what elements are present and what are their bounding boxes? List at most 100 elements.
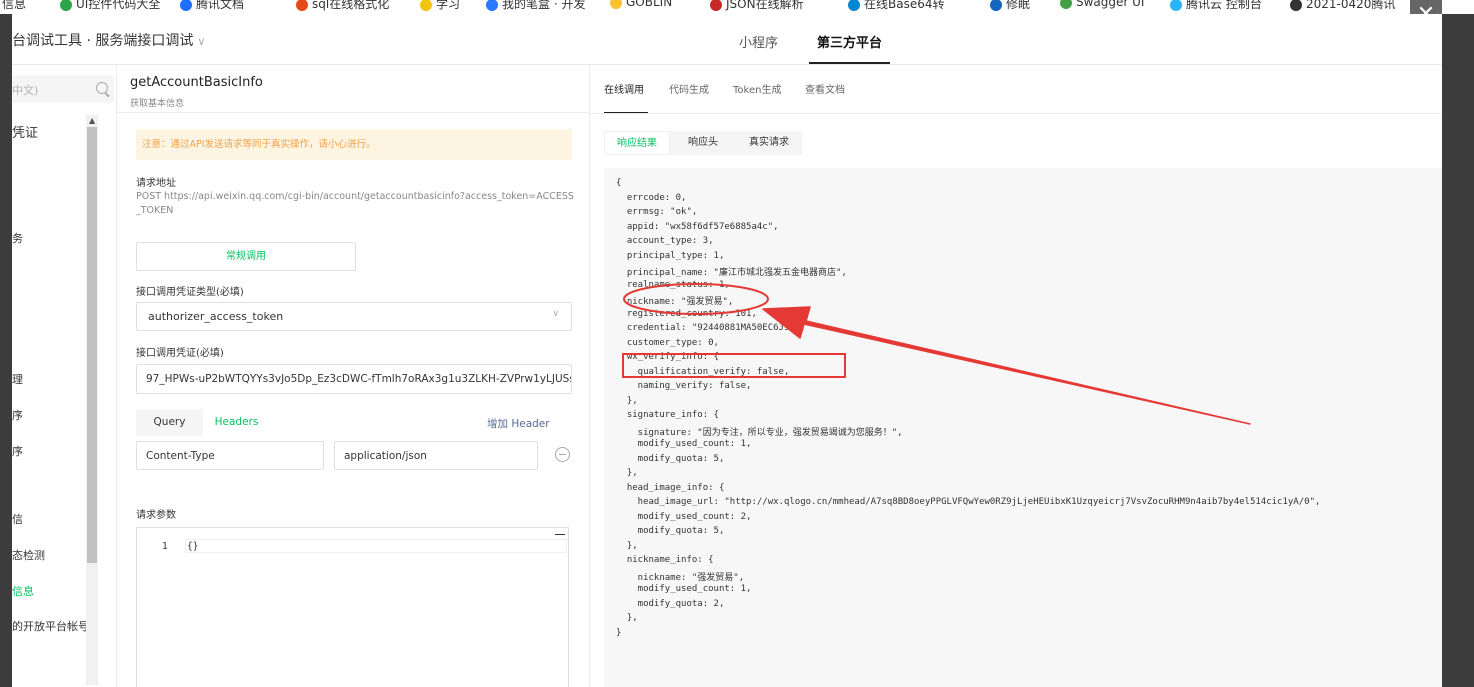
bookmark-icon [486,0,498,11]
header-key-value: Content-Type [146,450,215,462]
bookmark[interactable]: UI控件代码大全 [60,0,160,12]
tab-online-call[interactable]: 在线调用 [604,81,644,96]
param-tabs: Query Headers [136,409,270,436]
divider [117,112,589,113]
params-label: 请求参数 [136,510,176,521]
header-key-input[interactable]: Content-Type [136,441,324,470]
token-type-label: 接口调用凭证类型(必填) [136,287,244,298]
tab-token-gen[interactable]: Token生成 [733,81,781,96]
bookmark-icon [296,0,308,11]
tab-code-gen[interactable]: 代码生成 [669,81,709,96]
bookmark-icon [60,0,72,11]
add-header-link[interactable]: 增加 Header [487,416,550,431]
token-label: 接口调用凭证(必填) [136,348,224,359]
response-line: modify_used_count: 1, [616,584,752,594]
divider [590,113,1442,114]
normal-call-button[interactable]: 常规调用 [136,242,356,271]
page: 信息 UI控件代码大全 腾讯文档 sql在线格式化 学习 我的笔盒 · 开发 G… [0,0,1474,687]
response-line: signature_info: { [616,410,719,420]
bookmark[interactable]: GOBLIN [610,0,672,9]
token-type-select[interactable]: authorizer_access_token ∨ [136,302,572,331]
scroll-up-icon[interactable]: ▲ [89,116,95,125]
header: 台调试工具 · 服务端接口调试 ∨ 小程序 第三方平台 [12,14,1442,65]
tab-query[interactable]: Query [136,409,203,436]
response-line: modify_used_count: 2, [616,511,752,522]
request-panel: getAccountBasicInfo 获取基本信息 注意：通过API发送请求等… [116,65,590,687]
sidebar-item[interactable]: 务 [12,230,23,246]
tab-miniprogram[interactable]: 小程序 [739,32,778,51]
bookmark-icon [848,0,860,11]
bookmark-icon [1060,0,1072,9]
response-line: } [616,627,622,638]
bookmark[interactable]: sql在线格式化 [296,0,389,12]
bookmark[interactable]: 腾讯文档 [180,0,244,12]
bookmark[interactable]: 在线Base64转 [848,0,945,12]
bookmark-icon [610,0,622,9]
api-name: getAccountBasicInfo [130,75,263,90]
bookmark-icon [1290,0,1302,11]
response-line: signature: "因为专注，所以专业，强发贸易竭诚为您服务！", [616,427,903,438]
sidebar-item[interactable]: 序 [12,407,23,423]
sidebar-scrollbar-thumb[interactable] [87,127,97,563]
sidebar-item[interactable]: 凭证 [12,122,38,141]
token-value: 97_HPWs-uP2bWTQYYs3vJo5Dp_Ez3cDWC-fTmlh7… [146,373,571,385]
response-line: account_type: 3, [616,236,714,246]
tab-third-party[interactable]: 第三方平台 [808,32,891,64]
sidebar-item-active[interactable]: 信息 [12,583,34,599]
sidebar-item[interactable]: 序 [12,443,23,459]
subtab-real-request[interactable]: 真实请求 [736,131,802,155]
token-input[interactable]: 97_HPWs-uP2bWTQYYs3vJo5Dp_Ez3cDWC-fTmlh7… [136,364,572,394]
bookmark[interactable]: 腾讯云 控制台 [1170,0,1262,12]
response-body: { errcode: 0, errmsg: "ok", appid: "wx58… [604,168,1442,687]
header-value-input[interactable]: application/json [334,441,538,470]
editor-code[interactable]: {} [187,541,198,552]
response-line: registered_country: 101, [616,308,757,319]
bookmark[interactable]: 信息 [2,0,26,12]
request-url: POST https://api.weixin.qq.com/cgi-bin/a… [136,191,574,216]
sidebar-item[interactable]: 信 [12,511,23,527]
response-line: { [616,178,622,188]
response-line: nickname: "强发贸易", [616,572,745,583]
search-input[interactable]: 中文) [12,75,114,103]
chevron-down-icon: ∨ [552,309,559,319]
overlay-backdrop-right [1442,14,1474,687]
response-line: realname_status: 1, [616,279,730,290]
response-line: }, [616,395,638,406]
response-line: credential: "92440881MA50EC6J95", [616,323,806,333]
bookmark-icon [990,0,1002,11]
bookmark[interactable]: 学习 [420,0,460,12]
bookmark[interactable]: JSON在线解析 [710,0,804,12]
remove-header-icon[interactable] [555,447,570,462]
subtab-response-headers[interactable]: 响应头 [670,131,736,155]
tab-headers[interactable]: Headers [203,409,270,436]
response-line: wx_verify_info: { [616,352,719,362]
bookmark-bar: 信息 UI控件代码大全 腾讯文档 sql在线格式化 学习 我的笔盒 · 开发 G… [0,0,1474,14]
sidebar-item[interactable]: 的开放平台帐号 [12,618,89,634]
params-editor[interactable]: 1 {} [136,527,569,687]
sidebar-item[interactable]: 态检测 [12,547,45,563]
response-line: customer_type: 0, [616,337,719,348]
response-line: modify_quota: 2, [616,598,725,609]
response-line: nickname_info: { [616,555,714,565]
warning-notice: 注意：通过API发送请求等同于真实操作，请小心进行。 [136,129,572,160]
response-line: errmsg: "ok", [616,207,698,217]
response-line: }, [616,613,638,623]
subtab-response-result[interactable]: 响应结果 [604,131,670,155]
app-title[interactable]: 台调试工具 · 服务端接口调试 ∨ [12,30,205,50]
response-line: }, [616,468,638,478]
bookmark[interactable]: 我的笔盒 · 开发 [486,0,585,12]
response-line: }, [616,540,638,551]
collapse-icon[interactable] [555,534,565,535]
bookmark[interactable]: 2021-0420腾讯 [1290,0,1395,12]
bookmark[interactable]: 修眠 [990,0,1030,12]
editor-line-number: 1 [162,541,168,552]
response-line: naming_verify: false, [616,381,752,391]
bookmark[interactable]: Swagger UI [1060,0,1144,9]
header-value-value: application/json [344,450,427,462]
sidebar-item[interactable]: 理 [12,371,23,387]
search-icon[interactable] [96,82,108,94]
response-line: modify_quota: 5, [616,453,725,464]
response-line: qualification_verify: false, [616,366,790,377]
tab-view-docs[interactable]: 查看文档 [805,81,845,96]
response-line: modify_used_count: 1, [616,439,752,449]
